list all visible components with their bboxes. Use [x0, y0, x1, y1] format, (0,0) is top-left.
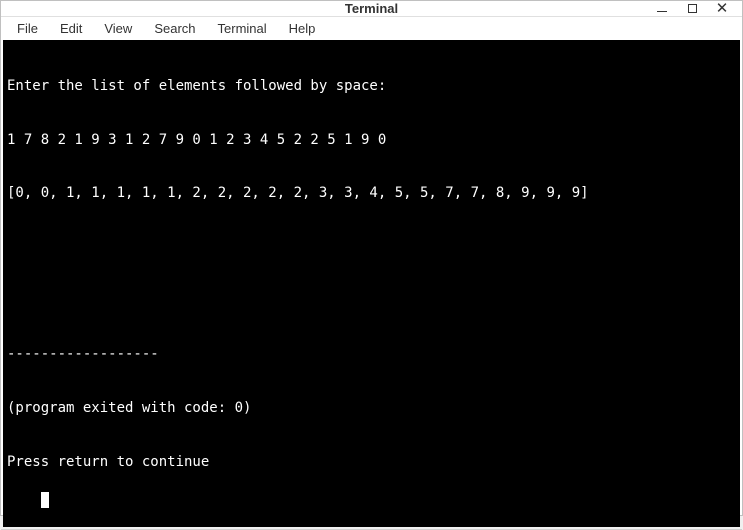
terminal-line: Press return to continue [7, 454, 736, 472]
menu-edit[interactable]: Edit [50, 17, 92, 40]
maximize-icon [688, 4, 697, 13]
close-icon: ✕ [716, 1, 729, 16]
close-button[interactable]: ✕ [708, 0, 736, 21]
terminal-window: Terminal ✕ File Edit View Search Termina… [0, 0, 743, 516]
terminal-cursor [41, 492, 49, 508]
terminal-line: Enter the list of elements followed by s… [7, 78, 736, 96]
menu-help[interactable]: Help [279, 17, 326, 40]
minimize-button[interactable] [648, 0, 676, 21]
titlebar: Terminal ✕ [1, 1, 742, 17]
menu-view[interactable]: View [94, 17, 142, 40]
menu-terminal[interactable]: Terminal [208, 17, 277, 40]
menubar: File Edit View Search Terminal Help [1, 17, 742, 40]
terminal-line: [0, 0, 1, 1, 1, 1, 1, 2, 2, 2, 2, 2, 3, … [7, 185, 736, 203]
minimize-icon [657, 11, 667, 12]
menu-file[interactable]: File [7, 17, 48, 40]
menu-search[interactable]: Search [144, 17, 205, 40]
terminal-line: 1 7 8 2 1 9 3 1 2 7 9 0 1 2 3 4 5 2 2 5 … [7, 132, 736, 150]
terminal-blank [7, 293, 736, 311]
window-controls: ✕ [648, 1, 736, 16]
terminal-line: ------------------ [7, 346, 736, 364]
terminal-line: (program exited with code: 0) [7, 400, 736, 418]
maximize-button[interactable] [678, 0, 706, 21]
terminal-output[interactable]: Enter the list of elements followed by s… [3, 40, 740, 527]
terminal-blank [7, 239, 736, 257]
window-title: Terminal [345, 1, 398, 16]
